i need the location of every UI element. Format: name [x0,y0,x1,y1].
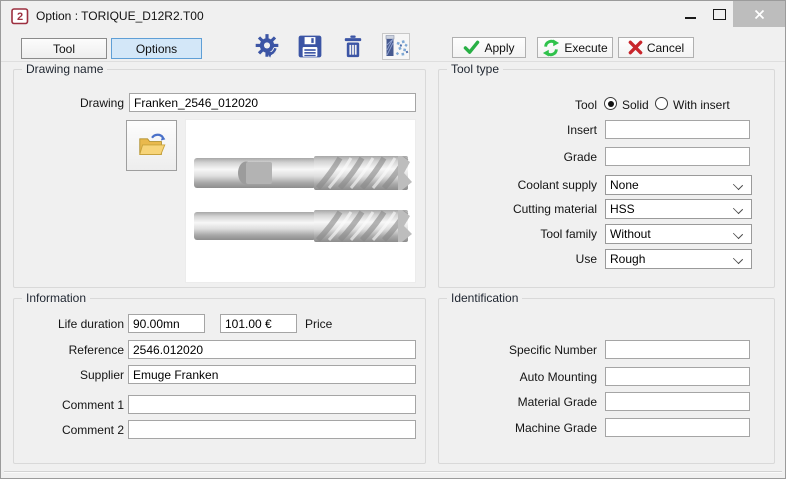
bottom-divider [4,471,782,473]
tool-family-value: Without [610,227,651,241]
auto-mounting-input[interactable] [605,367,750,386]
use-select[interactable]: Rough [605,249,752,269]
settings-button[interactable] [251,32,283,60]
drawing-name-group-label: Drawing name [22,62,107,76]
drawing-name-group: Drawing name Drawing [13,69,426,288]
life-duration-label: Life duration [14,317,124,331]
save-icon [297,34,323,59]
chevron-down-icon [733,204,743,214]
cancel-label: Cancel [647,41,684,55]
coolant-supply-value: None [610,178,639,192]
simulation-button[interactable] [380,32,412,60]
tool-type-group: Tool type Tool Solid With insert Insert … [438,69,775,288]
radio-with-insert[interactable] [655,97,668,110]
apply-label: Apply [484,41,514,55]
toolbar-divider [1,61,785,62]
cutting-material-value: HSS [610,202,635,216]
apply-button[interactable]: Apply [452,37,526,58]
minimize-button[interactable] [675,1,705,27]
radio-solid[interactable] [604,97,617,110]
coolant-supply-select[interactable]: None [605,175,752,195]
drawing-label: Drawing [14,96,124,110]
specific-number-input[interactable] [605,340,750,359]
machine-grade-label: Machine Grade [439,421,597,435]
use-value: Rough [610,252,645,266]
tool-family-select[interactable]: Without [605,224,752,244]
radio-with-insert-label: With insert [673,98,730,112]
identification-group: Identification Specific Number Auto Moun… [438,298,775,464]
save-button[interactable] [294,32,326,60]
life-duration-input[interactable] [128,314,205,333]
close-button[interactable] [733,1,785,27]
tool-preview-image [185,119,416,283]
comment2-input[interactable] [128,420,416,439]
comment1-input[interactable] [128,395,416,414]
material-grade-input[interactable] [605,392,750,411]
execute-label: Execute [564,41,607,55]
cutting-material-label: Cutting material [439,202,597,216]
delete-button[interactable] [337,32,369,60]
gear-refresh-icon [253,33,281,59]
x-icon [628,40,643,55]
cancel-button[interactable]: Cancel [618,37,694,58]
auto-mounting-label: Auto Mounting [439,370,597,384]
chevron-down-icon [733,180,743,190]
grade-label: Grade [439,150,597,164]
radio-solid-label: Solid [622,98,649,112]
chevron-down-icon [733,254,743,264]
material-grade-label: Material Grade [439,395,597,409]
folder-open-icon [137,132,167,159]
insert-input[interactable] [605,120,750,139]
check-icon [463,40,480,55]
coolant-supply-label: Coolant supply [439,178,597,192]
supplier-label: Supplier [14,368,124,382]
insert-label: Insert [439,123,597,137]
tool-family-label: Tool family [439,227,597,241]
tool-type-group-label: Tool type [447,62,503,76]
comment2-label: Comment 2 [14,423,124,437]
tab-options-label: Options [136,42,177,56]
supplier-input[interactable] [128,365,416,384]
information-group: Information Life duration Price Referenc… [13,298,426,464]
information-group-label: Information [22,291,90,305]
tool-chips-icon [382,33,410,60]
execute-button[interactable]: Execute [537,37,613,58]
reference-input[interactable] [128,340,416,359]
tab-tool-label: Tool [53,42,75,56]
option-dialog: 2 Option : TORIQUE_D12R2.T00 Tool Option… [0,0,786,479]
close-icon [754,9,765,20]
maximize-icon [713,9,726,20]
maximize-button[interactable] [705,1,733,27]
tool-radio-label: Tool [439,98,597,112]
price-label: Price [305,317,332,331]
identification-group-label: Identification [447,291,522,305]
reference-label: Reference [14,343,124,357]
endmill-illustration [186,120,415,282]
minimize-icon [685,17,696,19]
comment1-label: Comment 1 [14,398,124,412]
machine-grade-input[interactable] [605,418,750,437]
browse-drawing-button[interactable] [126,120,177,171]
use-label: Use [439,252,597,266]
cutting-material-select[interactable]: HSS [605,199,752,219]
drawing-input[interactable] [129,93,416,112]
trash-icon [341,34,365,59]
price-input[interactable] [220,314,297,333]
app-logo-icon: 2 [11,7,29,25]
refresh-arrows-icon [542,39,560,57]
chevron-down-icon [733,229,743,239]
title-bar[interactable]: 2 Option : TORIQUE_D12R2.T00 [1,1,785,30]
svg-text:2: 2 [17,11,23,23]
window-title: Option : TORIQUE_D12R2.T00 [36,9,204,23]
tab-options[interactable]: Options [111,38,202,59]
grade-input[interactable] [605,147,750,166]
tab-tool[interactable]: Tool [21,38,107,59]
specific-number-label: Specific Number [439,343,597,357]
